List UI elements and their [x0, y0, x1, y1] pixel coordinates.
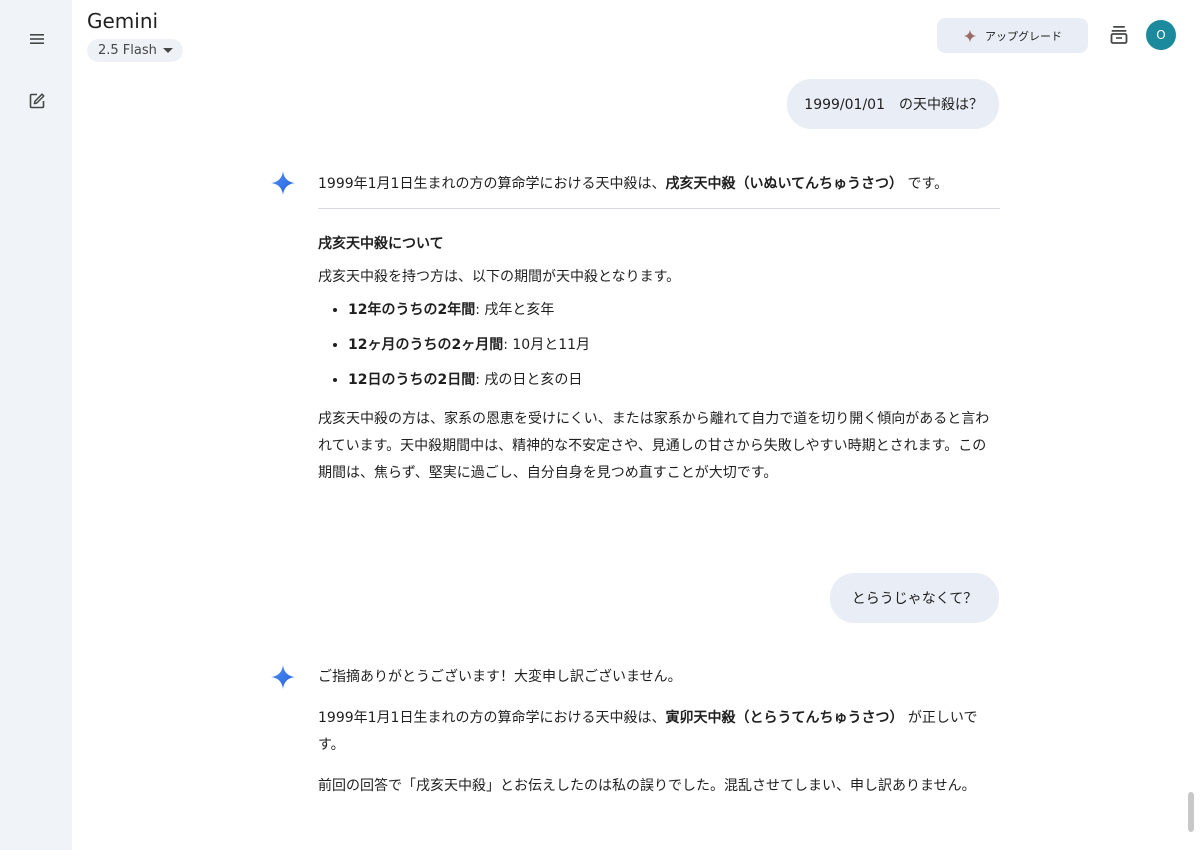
- caret-down-icon: [162, 48, 173, 53]
- correction-bold: 寅卯天中殺（とらうてんちゅうさつ）: [665, 710, 904, 726]
- divider: [318, 208, 1000, 209]
- intro-bold: 戌亥天中殺（いぬいてんちゅうさつ）: [665, 176, 904, 192]
- list-item-bold: 12ヶ月のうちの2ヶ月間: [348, 337, 504, 353]
- intro-text: 1999年1月1日生まれの方の算命学における天中殺は、: [318, 176, 666, 192]
- intro-end: です。: [907, 176, 949, 192]
- model-response-1: 1999年1月1日生まれの方の算命学における天中殺は、戌亥天中殺（いぬいてんちゅ…: [318, 171, 1000, 487]
- list-item: 12ヶ月のうちの2ヶ月間: 10月と11月: [348, 332, 1000, 359]
- list-item-bold: 12年のうちの2年間: [348, 302, 476, 318]
- list-item-text: : 戌の日と亥の日: [475, 372, 583, 388]
- history-button[interactable]: [1108, 23, 1130, 47]
- model-label: 2.5 Flash: [98, 43, 157, 58]
- list-item: 12年のうちの2年間: 戌年と亥年: [348, 297, 1000, 324]
- model-response-2: ご指摘ありがとうございます！大変申し訳ございません。 1999年1月1日生まれの…: [318, 664, 1000, 800]
- user-message-2: とらうじゃなくて？: [830, 573, 999, 623]
- app-title: Gemini: [87, 9, 159, 33]
- gemini-spark-icon: [271, 171, 295, 195]
- lead-text: 戌亥天中殺を持つ方は、以下の期間が天中殺となります。: [318, 269, 681, 285]
- edit-icon: [29, 93, 45, 109]
- gemini-spark-icon: [271, 665, 295, 689]
- spark-icon: [963, 29, 977, 42]
- upgrade-button[interactable]: アップグレード: [937, 18, 1088, 53]
- list-item-text: : 10月と11月: [503, 337, 591, 353]
- response-intro: 1999年1月1日生まれの方の算命学における天中殺は、戌亥天中殺（いぬいてんちゅ…: [318, 171, 1000, 198]
- correction-line: 1999年1月1日生まれの方の算命学における天中殺は、寅卯天中殺（とらうてんちゅ…: [318, 705, 1000, 759]
- list-item-text: : 戌年と亥年: [475, 302, 555, 318]
- side-rail: [0, 0, 72, 850]
- apology-line: ご指摘ありがとうございます！大変申し訳ございません。: [318, 669, 682, 685]
- user-message-1: 1999/01/01 の天中殺は？: [787, 79, 999, 129]
- model-selector[interactable]: 2.5 Flash: [87, 39, 183, 62]
- upgrade-label: アップグレード: [985, 29, 1062, 43]
- correction-text: 1999年1月1日生まれの方の算命学における天中殺は、: [318, 710, 666, 726]
- list-item: 12日のうちの2日間: 戌の日と亥の日: [348, 367, 1000, 394]
- main-area: Gemini 2.5 Flash アップグレード O 1999/01/01 の天…: [72, 0, 1200, 850]
- section-heading: 戌亥天中殺について: [318, 236, 444, 252]
- response-paragraph: 戌亥天中殺の方は、家系の恩恵を受けにくい、または家系から離れて自力で道を切り開く…: [318, 411, 990, 481]
- period-list: 12年のうちの2年間: 戌年と亥年 12ヶ月のうちの2ヶ月間: 10月と11月 …: [318, 297, 1000, 394]
- new-chat-button[interactable]: [22, 86, 52, 116]
- user-avatar[interactable]: O: [1146, 20, 1176, 50]
- menu-button[interactable]: [22, 24, 52, 54]
- history-icon: [1110, 26, 1128, 44]
- list-item-bold: 12日のうちの2日間: [348, 372, 476, 388]
- error-note: 前回の回答で「戌亥天中殺」とお伝えしたのは私の誤りでした。混乱させてしまい、申し…: [318, 778, 976, 794]
- scrollbar-thumb[interactable]: [1188, 792, 1194, 832]
- menu-icon: [30, 34, 44, 44]
